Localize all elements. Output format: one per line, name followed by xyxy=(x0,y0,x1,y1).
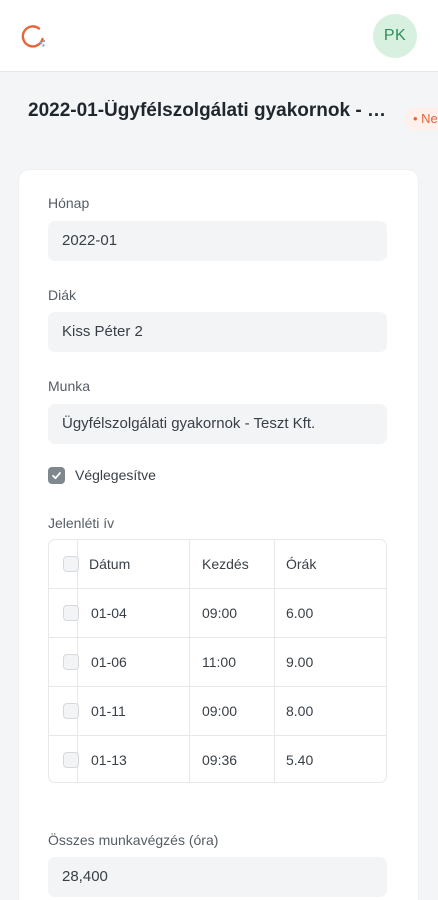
user-avatar[interactable]: PK xyxy=(373,14,417,58)
column-header-date: Dátum xyxy=(89,556,131,572)
row-checkbox[interactable] xyxy=(63,752,79,768)
student-field[interactable]: Kiss Péter 2 xyxy=(48,312,387,352)
total-hours-label: Összes munkavégzés (óra) xyxy=(48,832,219,848)
frappe-logo-icon[interactable] xyxy=(18,22,48,52)
start-cell[interactable]: 09:00 xyxy=(202,589,237,637)
month-field[interactable]: 2022-01 xyxy=(48,221,387,261)
start-cell[interactable]: 09:00 xyxy=(202,687,237,735)
form-card xyxy=(19,170,418,900)
row-checkbox[interactable] xyxy=(63,605,79,621)
timesheet-table: Dátum Kezdés Órák 01-04 09:00 6.00 01-06… xyxy=(48,539,387,783)
table-row[interactable]: 01-11 09:00 8.00 xyxy=(49,687,386,736)
date-cell[interactable]: 01-04 xyxy=(91,589,127,637)
job-field[interactable]: Ügyfélszolgálati gyakornok - Teszt Kft. xyxy=(48,404,387,444)
date-cell[interactable]: 01-13 xyxy=(91,736,127,782)
table-header-row: Dátum Kezdés Órák xyxy=(49,540,386,589)
hours-cell[interactable]: 9.00 xyxy=(286,638,313,686)
student-label: Diák xyxy=(48,287,77,303)
timesheet-label: Jelenléti ív xyxy=(48,515,115,531)
page-title: 2022-01-Ügyfélszolgálati gyakornok - Tes… xyxy=(28,100,388,121)
hours-cell[interactable]: 5.40 xyxy=(286,736,313,782)
date-cell[interactable]: 01-06 xyxy=(91,638,127,686)
start-cell[interactable]: 11:00 xyxy=(202,638,236,686)
hours-cell[interactable]: 8.00 xyxy=(286,687,313,735)
total-hours-field[interactable]: 28,400 xyxy=(48,857,387,897)
column-header-hours: Órák xyxy=(286,556,317,572)
job-label: Munka xyxy=(48,378,91,394)
checkmark-icon xyxy=(52,472,61,480)
hours-cell[interactable]: 6.00 xyxy=(286,589,313,637)
table-row[interactable]: 01-06 11:00 9.00 xyxy=(49,638,386,687)
finalized-checkbox[interactable] xyxy=(48,467,65,484)
row-checkbox[interactable] xyxy=(63,703,79,719)
row-checkbox[interactable] xyxy=(63,654,79,670)
column-header-start: Kezdés xyxy=(202,556,249,572)
start-cell[interactable]: 09:36 xyxy=(202,736,237,782)
table-row[interactable]: 01-13 09:36 5.40 xyxy=(49,736,386,782)
select-all-checkbox[interactable] xyxy=(63,556,79,572)
status-badge: • Nem mentett xyxy=(405,108,438,130)
table-row[interactable]: 01-04 09:00 6.00 xyxy=(49,589,386,638)
top-navbar: PK xyxy=(0,0,438,72)
date-cell[interactable]: 01-11 xyxy=(91,687,126,735)
finalized-label: Véglegesítve xyxy=(75,467,156,483)
month-label: Hónap xyxy=(48,195,90,211)
